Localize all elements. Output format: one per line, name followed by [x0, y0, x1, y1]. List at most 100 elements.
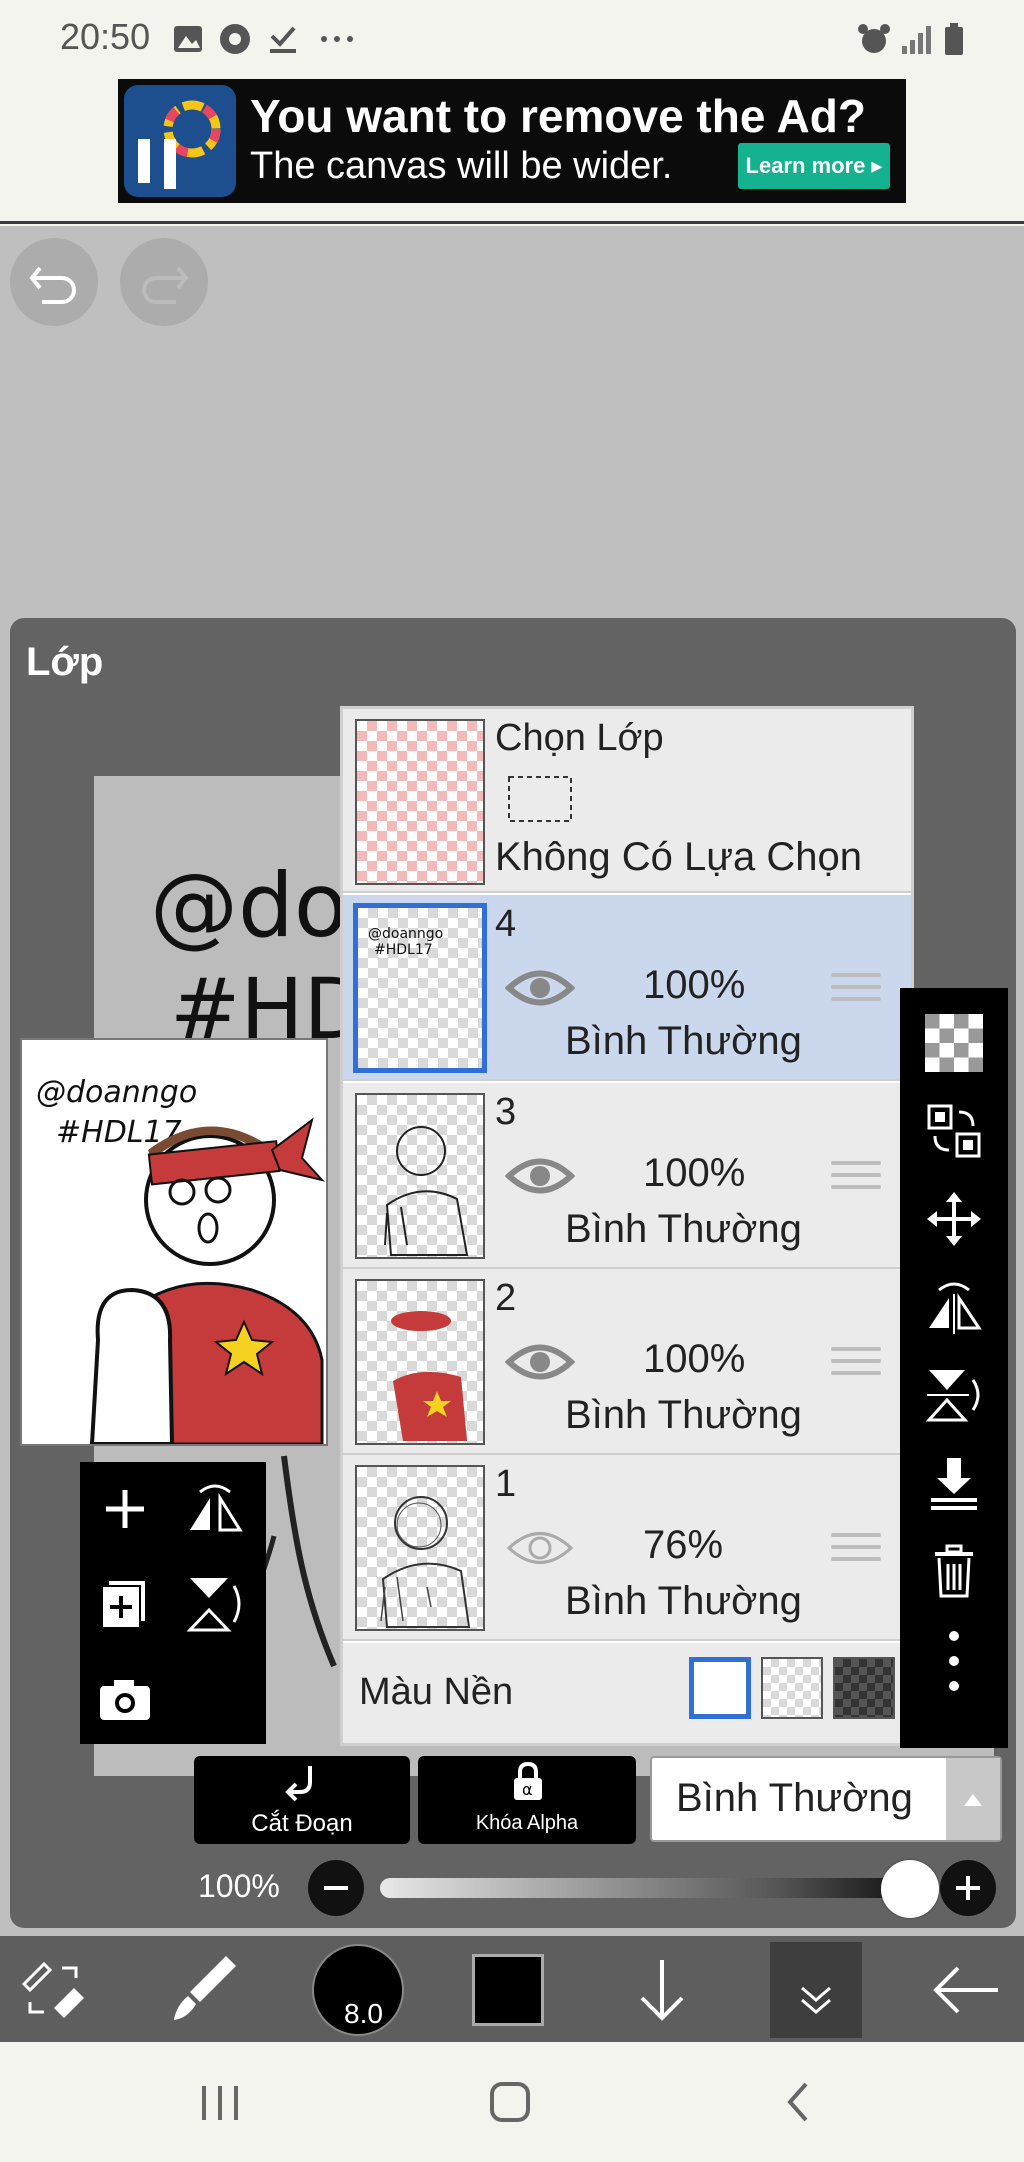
- double-chevron-down-icon: [801, 1986, 831, 2014]
- collapse-panel-button[interactable]: [770, 1942, 862, 2038]
- duplicate-icon: [101, 1579, 147, 1629]
- brush-size-value: 8.0: [344, 1998, 383, 2029]
- flip-horizontal-quick-button[interactable]: [180, 1474, 250, 1544]
- visibility-eye-icon[interactable]: [505, 963, 575, 1013]
- visibility-eye-icon[interactable]: [505, 1151, 575, 1201]
- duplicate-layer-button[interactable]: [90, 1568, 160, 1638]
- chevron-left-icon: [787, 2082, 808, 2122]
- layer-thumbnail: [355, 1465, 485, 1631]
- home-icon: [490, 2082, 530, 2122]
- opacity-slider-track[interactable]: [380, 1878, 910, 1898]
- layer-thumbnail: @doanngo #HDL17: [353, 903, 487, 1073]
- tool-switch-button[interactable]: [14, 1954, 94, 2024]
- drag-handle-icon[interactable]: [831, 1347, 881, 1383]
- redo-button[interactable]: [120, 238, 208, 326]
- background-white-swatch[interactable]: [689, 1657, 751, 1719]
- blend-mode-dropdown[interactable]: [946, 1758, 1000, 1840]
- plus-icon: [106, 1490, 144, 1528]
- system-back-button[interactable]: [770, 2074, 830, 2130]
- layer-row-4[interactable]: @doanngo #HDL17 4 100% Bình Thường: [343, 895, 911, 1081]
- flip-vertical-icon: [925, 1370, 980, 1422]
- merge-down-icon: [931, 1458, 977, 1510]
- layer-row-1[interactable]: 1 76% Bình Thường: [343, 1455, 911, 1641]
- opacity-row: 100%: [140, 1852, 1020, 1924]
- ad-banner[interactable]: You want to remove the Ad? The canvas wi…: [0, 76, 1024, 224]
- clipping-button[interactable]: Cắt Đoạn: [194, 1756, 410, 1844]
- more-options-button[interactable]: [914, 1626, 994, 1696]
- camera-icon: [100, 1680, 150, 1720]
- drag-handle-icon[interactable]: [831, 1533, 881, 1569]
- move-button[interactable]: [914, 1184, 994, 1254]
- recent-apps-button[interactable]: [190, 2078, 250, 2128]
- alpha-lock-label: Khóa Alpha: [475, 1812, 579, 1834]
- arrow-left-icon: [933, 1966, 998, 2014]
- swap-icon: [927, 1104, 981, 1158]
- swap-layer-button[interactable]: [914, 1096, 994, 1166]
- back-button[interactable]: [926, 1950, 1006, 2030]
- layer-row-3[interactable]: 3 100% Bình Thường: [343, 1083, 911, 1269]
- color-swatch-button[interactable]: [472, 1954, 544, 2026]
- layer-opacity: 100%: [643, 963, 746, 1007]
- status-bar: 20:50: [0, 0, 1024, 76]
- brush-size-button[interactable]: 8.0: [312, 1944, 404, 2036]
- undo-icon: [29, 266, 76, 304]
- clipping-arrow-icon: [285, 1766, 312, 1802]
- flip-horizontal-button[interactable]: [914, 1272, 994, 1342]
- background-transparent-swatch[interactable]: [761, 1657, 823, 1719]
- layer-down-button[interactable]: [622, 1950, 702, 2030]
- flip-horizontal-icon: [929, 1282, 982, 1334]
- move-icon: [927, 1192, 981, 1246]
- pen-eraser-swap-icon: [21, 1961, 84, 2018]
- drag-handle-icon[interactable]: [831, 973, 881, 1009]
- layer-opacity: 100%: [643, 1151, 746, 1195]
- merge-down-button[interactable]: [914, 1448, 994, 1518]
- ad-box[interactable]: You want to remove the Ad? The canvas wi…: [118, 79, 906, 203]
- layer-opacity: 76%: [643, 1523, 724, 1567]
- home-button[interactable]: [480, 2074, 540, 2130]
- layer-name: 3: [495, 1091, 517, 1133]
- background-dark-swatch[interactable]: [833, 1657, 895, 1719]
- flip-vertical-button[interactable]: [914, 1360, 994, 1430]
- blend-mode-select[interactable]: Bình Thường: [650, 1756, 1002, 1842]
- layer-list: Chọn Lớp Không Có Lựa Chọn @doanngo #HDL1…: [340, 706, 914, 1746]
- background-label: Màu Nền: [359, 1671, 514, 1713]
- selection-layer-name: Chọn Lớp: [495, 717, 664, 759]
- undo-button[interactable]: [10, 238, 98, 326]
- clipping-label: Cắt Đoạn: [251, 1810, 353, 1837]
- flip-vertical-quick-button[interactable]: [180, 1568, 250, 1638]
- opacity-increase-button[interactable]: [940, 1860, 996, 1916]
- chrome-icon: [220, 24, 250, 54]
- opacity-value: 100%: [198, 1868, 280, 1904]
- camera-button[interactable]: [90, 1664, 160, 1734]
- delete-layer-button[interactable]: [914, 1536, 994, 1606]
- transparent-fill-button[interactable]: [914, 1008, 994, 1078]
- opacity-decrease-button[interactable]: [308, 1860, 364, 1916]
- layer-opacity: 100%: [643, 1337, 746, 1381]
- blend-mode-value: Bình Thường: [676, 1776, 913, 1820]
- visibility-eye-icon[interactable]: [505, 1523, 575, 1573]
- opacity-slider-thumb[interactable]: [881, 1860, 939, 1918]
- layer-name: 2: [495, 1277, 517, 1319]
- learn-more-button[interactable]: Learn more ▸: [738, 143, 890, 189]
- layer-row-2[interactable]: 2 100% Bình Thường: [343, 1269, 911, 1455]
- alpha-lock-button[interactable]: α Khóa Alpha: [418, 1756, 636, 1844]
- drag-handle-icon[interactable]: [831, 1161, 881, 1197]
- layer-blend-mode: Bình Thường: [565, 1207, 802, 1251]
- background-color-row: Màu Nền: [343, 1643, 911, 1743]
- selection-layer-row[interactable]: Chọn Lớp Không Có Lựa Chọn: [343, 709, 911, 893]
- selection-status: Không Có Lựa Chọn: [495, 835, 863, 879]
- trash-icon: [935, 1544, 973, 1598]
- image-icon: [174, 26, 202, 52]
- flip-horizontal-icon: [190, 1484, 243, 1532]
- layer-blend-mode: Bình Thường: [565, 1393, 802, 1437]
- panel-title: Lớp: [26, 640, 104, 684]
- color-wheel-icon: [138, 100, 221, 189]
- layer-tool-column: [900, 988, 1008, 1748]
- add-layer-button[interactable]: [90, 1474, 160, 1544]
- alarm-icon: [858, 24, 890, 53]
- battery-icon: [945, 23, 963, 55]
- canvas-thumbnail[interactable]: @doanngo #HDL17: [20, 1038, 328, 1446]
- brush-button[interactable]: [166, 1950, 246, 2026]
- visibility-eye-icon[interactable]: [505, 1337, 575, 1387]
- selection-marquee-icon: [508, 776, 572, 822]
